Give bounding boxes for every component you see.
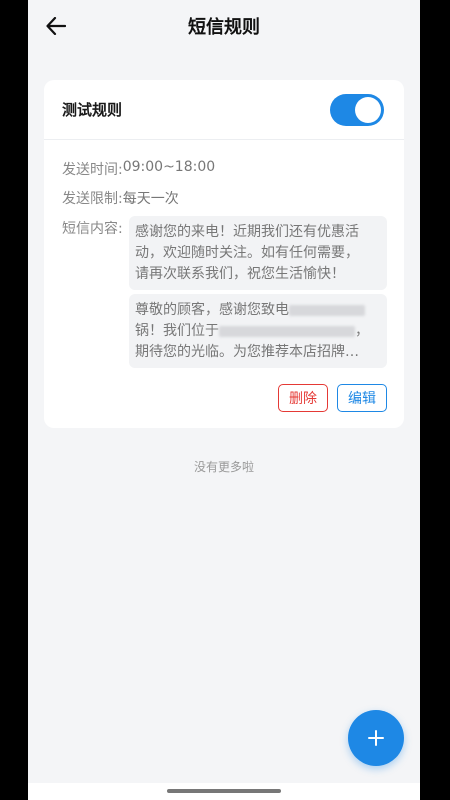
home-indicator[interactable]: [167, 789, 281, 793]
message-line: 动，欢迎随时关注。如有任何需要，: [135, 245, 359, 261]
send-time-row: 发送时间: 09:00~18:00: [62, 159, 215, 179]
message-text: 锅！我们位于: [135, 323, 219, 339]
message-line: 请再次联系我们，祝您生活愉快！: [135, 266, 345, 282]
redacted-text: [289, 304, 365, 316]
plus-icon: [368, 730, 384, 746]
content-label: 短信内容:: [62, 221, 123, 237]
redacted-text: [219, 325, 355, 337]
rule-enabled-toggle[interactable]: [330, 93, 384, 126]
delete-button[interactable]: 删除: [278, 384, 328, 412]
top-bar: 短信规则: [28, 0, 420, 52]
no-more-text: 没有更多啦: [193, 460, 254, 474]
add-rule-button[interactable]: [348, 710, 404, 766]
message-text: 尊敬的顾客，感谢您致电: [135, 302, 289, 318]
send-time-label: 发送时间:: [62, 162, 123, 178]
limit-label: 发送限制:: [62, 191, 123, 207]
rule-card-header: 测试规则: [44, 80, 404, 140]
toggle-knob: [355, 96, 381, 123]
rule-name: 测试规则: [62, 101, 123, 119]
message-bubble: 尊敬的顾客，感谢您致电 锅！我们位于 ， 期待您的光临。为您推荐本店招牌…: [129, 294, 387, 368]
message-text: ，: [355, 323, 369, 339]
page-title: 短信规则: [188, 17, 260, 38]
back-button[interactable]: [42, 12, 70, 40]
message-bubble: 感谢您的来电！近期我们还有优惠活 动，欢迎随时关注。如有任何需要， 请再次联系我…: [129, 216, 387, 290]
send-time-value: 09:00~18:00: [122, 159, 216, 175]
limit-row: 发送限制: 每天一次: [62, 188, 179, 208]
limit-value: 每天一次: [122, 191, 179, 207]
arrow-left-icon: [46, 17, 66, 35]
message-line: 锅！我们位于 ，: [135, 321, 381, 342]
rule-card: 测试规则 发送时间: 09:00~18:00 发送限制: 每天一次 短信内容: …: [44, 80, 404, 428]
message-line: 感谢您的来电！近期我们还有优惠活: [135, 224, 359, 240]
home-indicator-bar: [28, 783, 420, 800]
message-line: 期待您的光临。为您推荐本店招牌…: [135, 344, 359, 360]
edit-button[interactable]: 编辑: [337, 384, 387, 412]
message-line: 尊敬的顾客，感谢您致电: [135, 300, 381, 321]
screen: 短信规则 测试规则 发送时间: 09:00~18:00 发送限制: 每天一次 短…: [28, 0, 420, 800]
